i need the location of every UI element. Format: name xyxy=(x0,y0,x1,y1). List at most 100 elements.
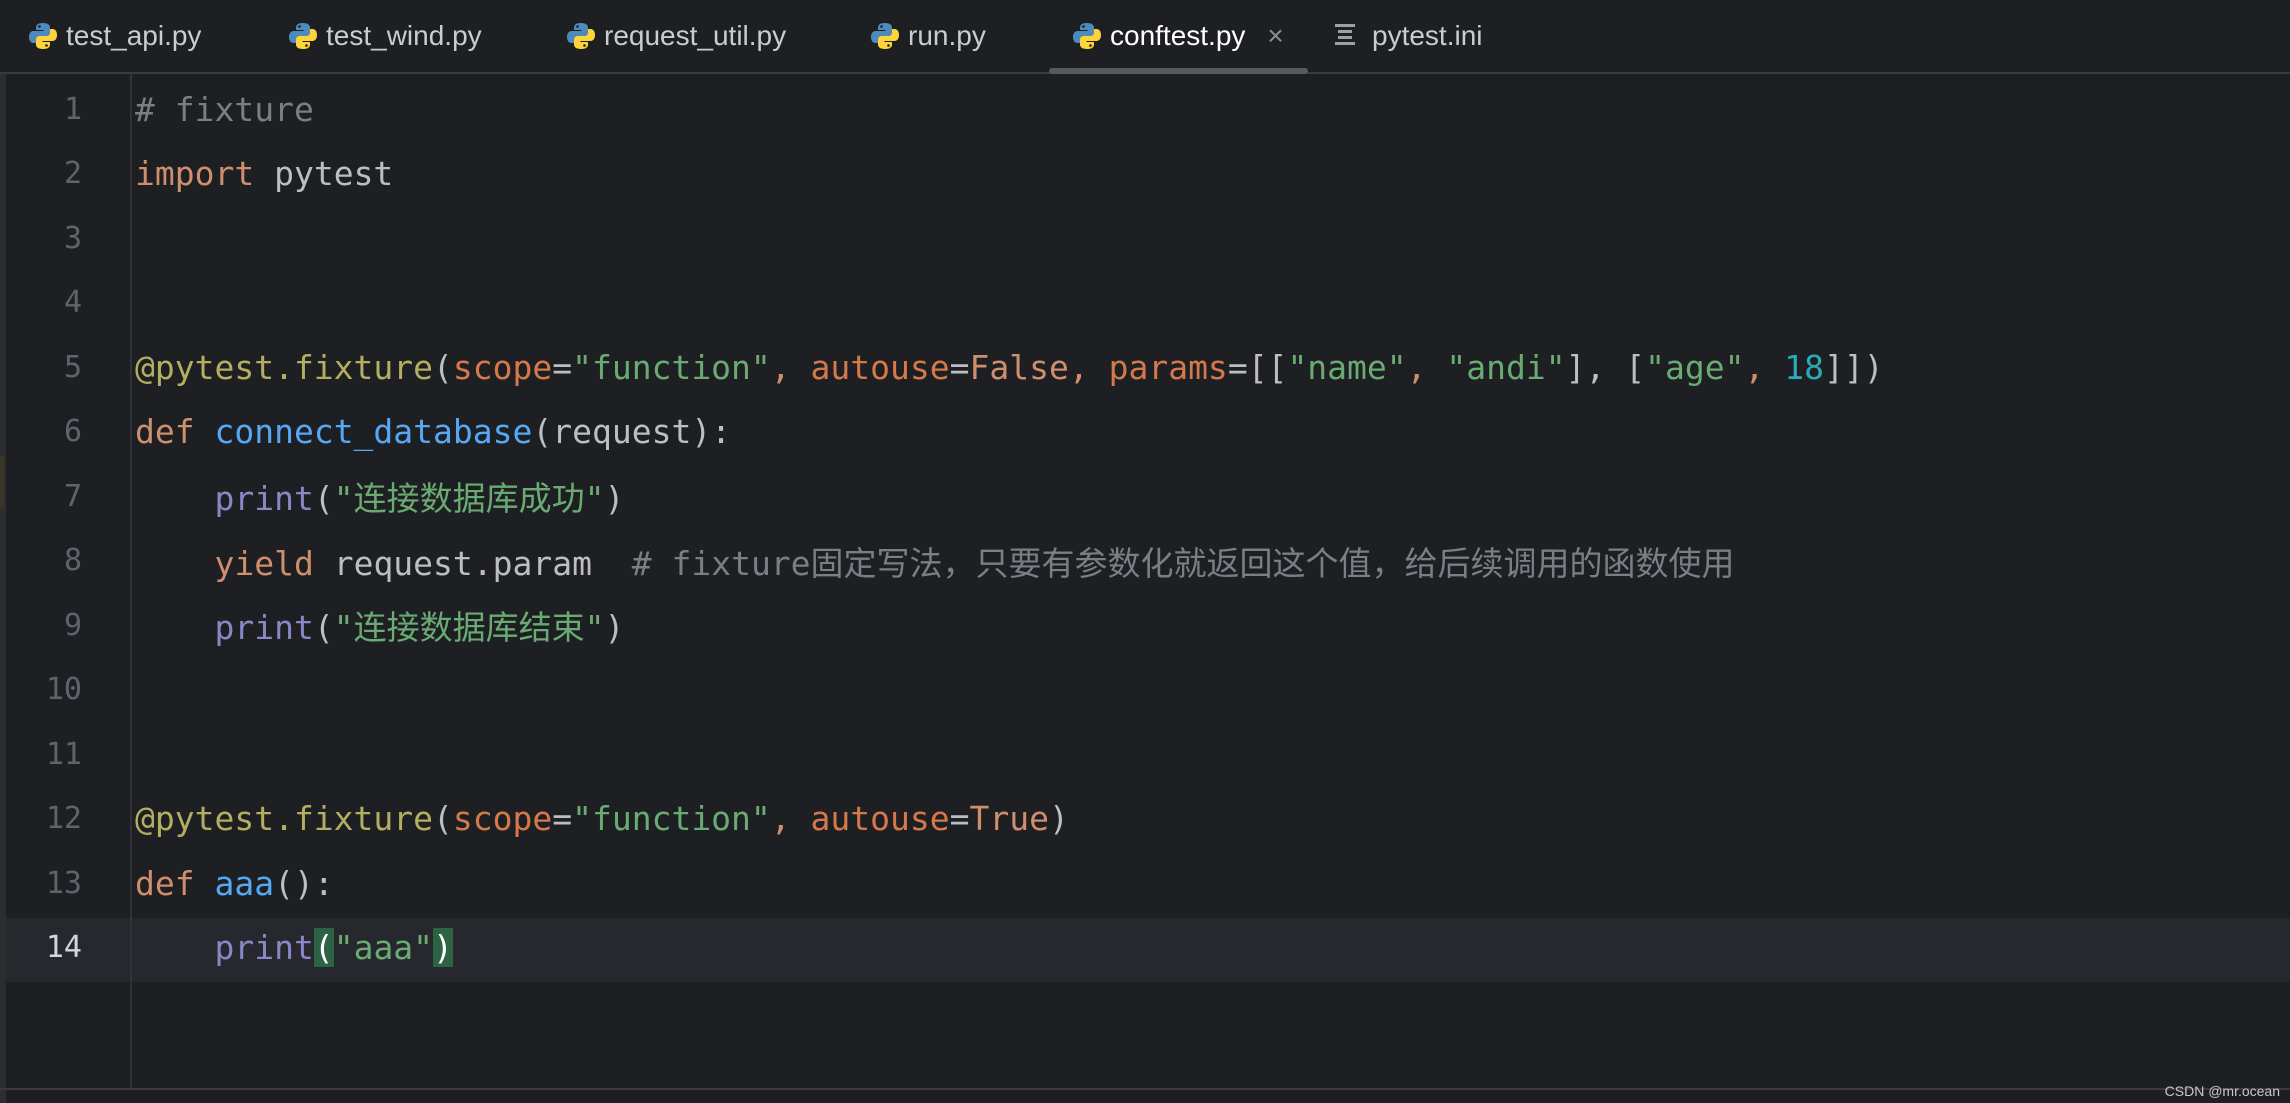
number-literal: 18 xyxy=(1784,347,1824,387)
comment: # fixture固定写法，只要有参数化就返回这个值，给后续调用的函数使用 xyxy=(631,543,1735,583)
tab-label: test_api.py xyxy=(66,20,202,51)
line-number: 1 xyxy=(63,91,82,127)
code-line[interactable]: 2 import pytest xyxy=(0,142,2290,206)
operator: = xyxy=(552,799,573,838)
string-literal: "name" xyxy=(1287,347,1407,387)
ini-file-icon xyxy=(1335,24,1355,45)
comma: , xyxy=(770,347,811,387)
kwarg-name: scope xyxy=(452,347,553,387)
line-number: 10 xyxy=(45,672,82,707)
paren: ( xyxy=(313,479,334,518)
paren: ( xyxy=(313,608,334,647)
paren: ( xyxy=(433,347,453,387)
python-file-icon xyxy=(567,23,595,49)
operator: = xyxy=(949,799,970,838)
builtin-function: print xyxy=(214,928,314,967)
close-tab-icon[interactable]: × xyxy=(1267,20,1283,52)
line-number: 13 xyxy=(45,865,82,901)
bracket: [[ xyxy=(1247,347,1288,387)
operator: = xyxy=(1227,347,1248,387)
tab-test-wind[interactable]: test_wind.py xyxy=(288,0,482,72)
string-literal: "andi" xyxy=(1446,347,1566,387)
kwarg-name: params xyxy=(1108,347,1228,387)
paren: ) xyxy=(1048,799,1069,838)
matched-bracket: ( xyxy=(313,928,334,967)
paren: ) xyxy=(604,479,625,518)
python-file-icon xyxy=(29,23,57,49)
code-line[interactable]: 3 xyxy=(0,206,2290,270)
string-literal: "连接数据库结束" xyxy=(333,608,605,647)
code-line[interactable]: 4 xyxy=(0,271,2290,335)
tab-label: test_wind.py xyxy=(326,20,482,51)
code-line[interactable]: 13 def aaa(): xyxy=(0,851,2290,915)
tab-label: pytest.ini xyxy=(1372,20,1483,51)
line-number: 5 xyxy=(63,349,82,385)
python-file-icon xyxy=(289,23,317,49)
string-literal: "连接数据库成功" xyxy=(333,479,605,518)
kwarg-name: autouse xyxy=(810,347,950,387)
tab-label: request_util.py xyxy=(604,20,787,51)
function-args: (): xyxy=(274,863,334,903)
line-number: 9 xyxy=(63,607,82,643)
line-number: 2 xyxy=(63,156,82,191)
tab-conftest[interactable]: conftest.py × xyxy=(1072,0,1284,72)
line-number: 4 xyxy=(63,285,82,320)
comma: , xyxy=(1068,347,1109,387)
bracket: ], [ xyxy=(1565,347,1646,387)
keyword: def xyxy=(135,412,195,451)
module-name: pytest xyxy=(274,154,394,193)
watermark: CSDN @mr.ocean xyxy=(2164,1083,2280,1099)
line-number: 8 xyxy=(63,543,82,578)
line-number: 7 xyxy=(63,478,82,514)
tab-request-util[interactable]: request_util.py xyxy=(566,0,786,72)
status-divider xyxy=(0,1088,2290,1090)
function-name: aaa xyxy=(214,863,275,903)
line-number: 12 xyxy=(45,801,82,836)
code-line[interactable]: 6 def connect_database(request): xyxy=(0,400,2290,464)
tab-test-api[interactable]: test_api.py xyxy=(28,0,201,72)
code-line-current[interactable]: 14 print("aaa") xyxy=(0,916,2290,980)
code-line[interactable]: 11 xyxy=(0,722,2290,786)
tab-run[interactable]: run.py xyxy=(870,0,986,72)
code-line[interactable]: 8 yield request.param # fixture固定写法，只要有参… xyxy=(0,529,2290,593)
bool-literal: True xyxy=(969,799,1049,838)
tab-pytest-ini[interactable]: pytest.ini xyxy=(1332,0,1483,72)
line-number: 11 xyxy=(45,736,82,772)
keyword: import xyxy=(135,154,255,193)
tab-label: conftest.py xyxy=(1110,20,1246,51)
decorator: @pytest.fixture xyxy=(135,347,434,387)
operator: = xyxy=(552,347,573,387)
operator: = xyxy=(949,347,970,387)
comma: , xyxy=(1406,347,1447,387)
editor-tab-bar: test_api.py test_wind.py request_util.py… xyxy=(0,0,2290,74)
function-args: (request): xyxy=(532,412,732,451)
comma: , xyxy=(770,799,811,838)
line-number: 6 xyxy=(63,414,82,449)
decorator: @pytest.fixture xyxy=(135,799,434,838)
builtin-function: print xyxy=(214,479,314,518)
string-literal: "aaa" xyxy=(333,928,434,967)
string-literal: "function" xyxy=(572,347,771,387)
matched-bracket: ) xyxy=(433,928,453,967)
line-number: 3 xyxy=(63,220,82,256)
python-file-icon xyxy=(1073,23,1101,49)
code-line[interactable]: 9 print("连接数据库结束") xyxy=(0,593,2290,657)
kwarg-name: autouse xyxy=(810,799,950,838)
kwarg-name: scope xyxy=(452,799,553,838)
comment: # fixture xyxy=(135,89,314,129)
code-line[interactable]: 1 # fixture xyxy=(0,77,2290,141)
expression: request.param xyxy=(333,543,592,583)
code-line[interactable]: 12 @pytest.fixture(scope="function", aut… xyxy=(0,787,2290,851)
builtin-function: print xyxy=(214,608,314,647)
code-line[interactable]: 10 xyxy=(0,658,2290,722)
keyword: def xyxy=(135,863,195,903)
bool-literal: False xyxy=(969,347,1069,387)
bracket: ]]) xyxy=(1823,347,1884,387)
code-line[interactable]: 5 @pytest.fixture(scope="function", auto… xyxy=(0,335,2290,399)
paren: ) xyxy=(604,608,625,647)
string-literal: "age" xyxy=(1645,347,1745,387)
keyword: yield xyxy=(214,543,314,583)
python-file-icon xyxy=(871,23,899,49)
code-line[interactable]: 7 print("连接数据库成功") xyxy=(0,464,2290,528)
comma: , xyxy=(1744,347,1785,387)
